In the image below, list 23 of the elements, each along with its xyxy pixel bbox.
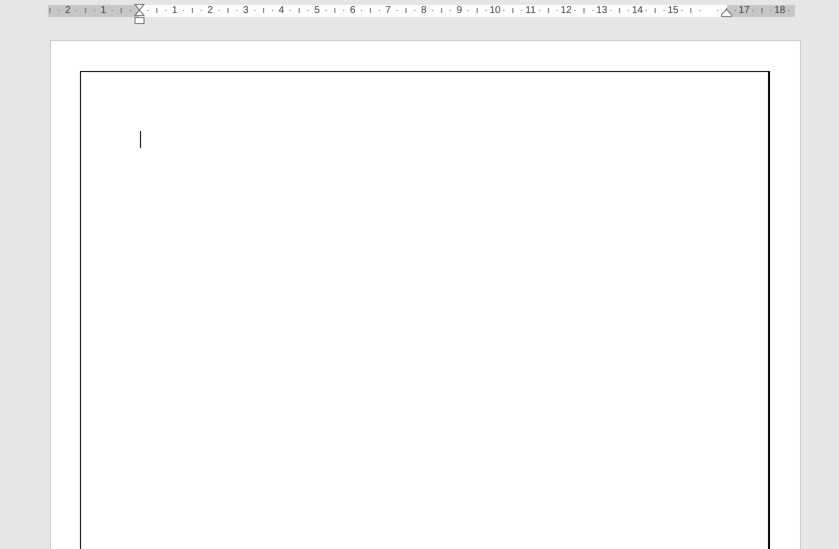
ruler-number: 14 xyxy=(632,4,643,17)
ruler-number: 5 xyxy=(314,4,320,17)
ruler-number: 18 xyxy=(774,4,786,17)
ruler-number: 1 xyxy=(172,4,178,17)
ruler-number: 12 xyxy=(560,4,572,17)
right-indent-icon[interactable] xyxy=(721,9,732,17)
ruler-number: 2 xyxy=(207,4,213,17)
ruler-number: 2 xyxy=(65,4,71,17)
ruler-number: 10 xyxy=(489,4,501,17)
ruler-number: 17 xyxy=(738,4,750,17)
ruler-number: 8 xyxy=(421,4,427,17)
ruler-number: 4 xyxy=(278,4,284,17)
ruler-number: 3 xyxy=(243,4,249,17)
ruler-number: 13 xyxy=(596,4,608,17)
ruler-number: 1 xyxy=(100,4,106,17)
ruler-number: 6 xyxy=(350,4,356,17)
horizontal-ruler[interactable]: 2 1 1 2 3 4 5 6 7 8 9 10 11 12 13 14 15 17 18 xyxy=(48,5,795,17)
indent-marker-icon[interactable] xyxy=(134,4,145,24)
ruler-number: 15 xyxy=(667,4,679,17)
ruler-number: 9 xyxy=(456,4,462,17)
ruler-margin xyxy=(727,5,795,17)
ruler-number: 7 xyxy=(385,4,391,17)
ruler-number: 11 xyxy=(525,4,536,17)
